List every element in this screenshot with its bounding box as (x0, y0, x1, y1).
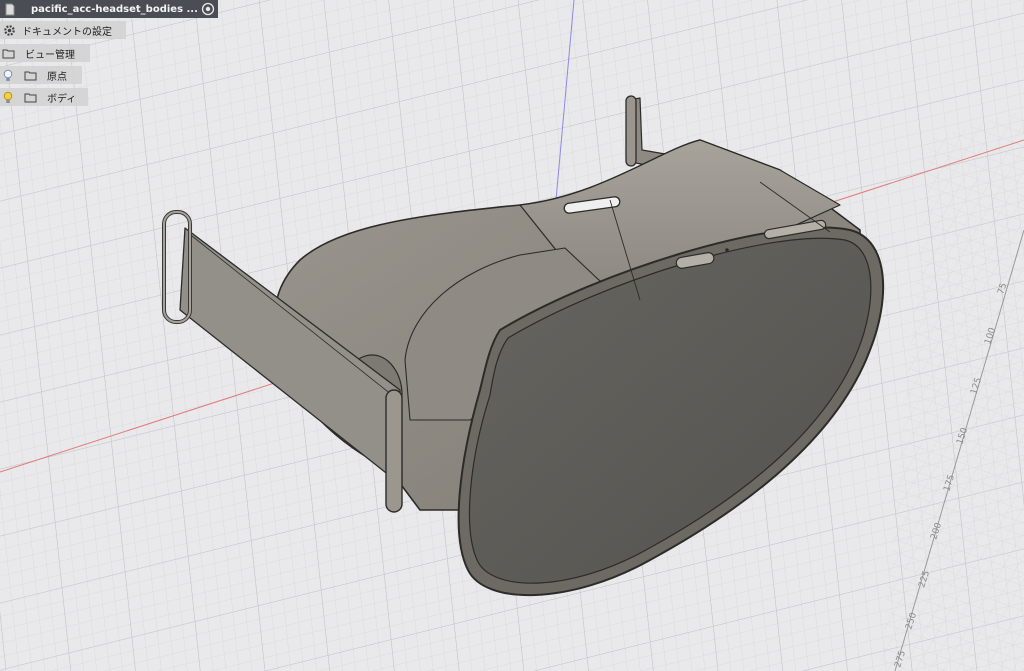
browser-item-origin[interactable]: 原点 (0, 66, 82, 84)
lightbulb-off-icon[interactable] (1, 68, 15, 82)
folder-icon (23, 68, 37, 82)
document-title: pacific_acc-headset_bodies ... (31, 3, 198, 15)
browser-item-label: ボディ (47, 93, 77, 105)
radio-target-icon[interactable] (201, 2, 215, 16)
browser-item-bodies[interactable]: ボディ (0, 88, 88, 106)
document-icon (3, 2, 17, 16)
document-tab[interactable]: pacific_acc-headset_bodies ... (0, 0, 218, 18)
browser-item-document-settings[interactable]: ドキュメントの設定 (0, 21, 126, 39)
browser-item-label: ドキュメントの設定 (22, 26, 112, 38)
gear-icon (2, 23, 16, 37)
folder-icon (1, 46, 15, 60)
browser-item-label: ビュー管理 (25, 49, 75, 61)
sensor-dot (725, 248, 729, 252)
folder-icon (23, 90, 37, 104)
browser-item-view-management[interactable]: ビュー管理 (0, 44, 90, 62)
lightbulb-on-icon[interactable] (1, 90, 15, 104)
3d-viewport[interactable]: 75 100 125 150 175 200 225 250 275 (0, 0, 1024, 671)
browser-item-label: 原点 (47, 71, 67, 83)
